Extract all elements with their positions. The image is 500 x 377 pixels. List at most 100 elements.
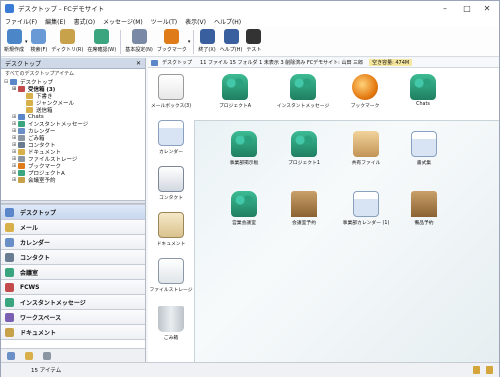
tree-item-label: 送信箱 — [36, 107, 53, 114]
toolbar-separator — [193, 30, 195, 54]
toolbar-button[interactable]: ディクトリ(R) — [51, 27, 83, 53]
desktop-item[interactable]: 営業会議室 — [215, 191, 273, 226]
settings-icon[interactable] — [43, 351, 51, 360]
desktop-item-label: コンタクト — [159, 196, 183, 201]
toolbar-button[interactable]: ブックマーク — [157, 27, 187, 53]
desktop-item[interactable]: メールボックス(3) — [150, 74, 192, 109]
tree-item[interactable]: ⊞ ファイルストレージ — [4, 155, 145, 163]
desktop-item[interactable]: 書式集 — [395, 131, 453, 166]
desktop-item[interactable]: プロジェクトA — [206, 74, 264, 109]
folder-icon[interactable] — [25, 351, 33, 360]
desktop-item[interactable]: Chats — [394, 74, 452, 107]
nav-button[interactable]: ドキュメント — [1, 325, 145, 340]
nav-button[interactable]: 会議室 — [1, 265, 145, 280]
menu-item[interactable]: メッセージ(M) — [103, 17, 143, 26]
toolbar-button-label: 基本設定(N) — [125, 47, 153, 53]
desktop-item[interactable]: カレンダー — [150, 120, 192, 155]
menu-item[interactable]: 表示(V) — [185, 17, 206, 26]
nav-button-label: カレンダー — [20, 239, 51, 247]
folder-icon — [18, 120, 25, 127]
desktop-item-label: 事業部カレンダー (1) — [342, 221, 390, 226]
new-icon — [6, 29, 22, 44]
desktop-item-label: 事業部掲示板 — [229, 161, 259, 166]
desktop-item[interactable]: 事業部掲示板 — [215, 131, 273, 166]
close-icon[interactable]: ✕ — [477, 1, 497, 15]
desktop-item-label: 書式集 — [416, 161, 432, 166]
lock-icon — [473, 366, 480, 374]
equipment-booking-icon — [411, 191, 437, 217]
menu-item[interactable]: ファイル(F) — [5, 17, 37, 26]
nav-button[interactable]: FCWS — [1, 280, 145, 295]
desktop-item[interactable]: ドキュメント — [150, 212, 192, 247]
nav-button-label: コンタクト — [20, 254, 51, 262]
folder-icon — [18, 176, 25, 183]
menu-item[interactable]: ヘルプ(H) — [214, 17, 241, 26]
tree-item-label: 会議室予約 — [28, 177, 56, 184]
toolbar-button[interactable]: テスト — [246, 27, 261, 53]
tree-item[interactable]: ⊞ プロジェクトA — [4, 169, 145, 177]
toolbar-button[interactable]: 基本設定(N) — [125, 27, 153, 53]
desktop-item-label: 営業会議室 — [232, 221, 256, 226]
menu-bar: ファイル(F) 編集(E) 書式(O) メッセージ(M) ツール(T) 表示(V) ヘルプ(… — [1, 15, 499, 27]
desktop-item[interactable]: 共有ファイル — [337, 131, 395, 166]
contact-icon — [5, 252, 14, 262]
desktop-icon — [5, 207, 14, 217]
dictionary-icon — [158, 212, 184, 238]
toolbar-button-label: ヘルプ(H) — [219, 47, 243, 53]
tree-item[interactable]: ⊞ カレンダー — [4, 127, 145, 135]
search-icon — [31, 29, 47, 44]
toolbar-button-label: 検索(F) — [30, 47, 48, 53]
desktop-canvas: 事業部掲示板 プロジェクト1 共有ファイル 書式集営業会議室 会議室予約 事業部カレンダー… — [194, 120, 499, 362]
menu-item[interactable]: ツール(T) — [151, 17, 177, 26]
nav-button[interactable]: ワークスペース — [1, 310, 145, 325]
nav-button-label: インスタントメッセージ — [20, 299, 86, 307]
nav-button[interactable]: インスタントメッセージ — [1, 295, 145, 310]
folder-tree: ⊟ デスクトップ ⊞ 受信箱 (3) 下書き ジャンクメール 送信箱 ⊞ Chats ⊞ インスタン… — [1, 78, 145, 200]
chevron-down-icon[interactable]: ▾ — [25, 39, 28, 45]
directory-icon — [59, 29, 75, 44]
nav-button-label: 会議室 — [20, 269, 39, 277]
config-icon[interactable] — [7, 351, 15, 360]
desktop-item[interactable]: 会議室予約 — [275, 191, 333, 226]
toolbar-button[interactable]: 検索(F) — [30, 27, 48, 53]
desktop-item[interactable]: ファイルストレージ — [149, 258, 193, 293]
toolbar-button[interactable]: 在席確認(W) — [87, 27, 116, 53]
chevron-down-icon[interactable]: ▾ — [188, 39, 191, 45]
desktop-item[interactable]: ごみ箱 — [150, 306, 192, 341]
close-pane-icon[interactable]: ✕ — [136, 60, 141, 67]
desktop-item[interactable]: インスタントメッセージ — [274, 74, 332, 109]
nav-button[interactable]: メール — [1, 220, 145, 235]
toolbar-button[interactable]: 新規作成 — [4, 27, 24, 53]
folder-icon — [18, 155, 25, 162]
desktop-item[interactable]: ブックマーク — [336, 74, 394, 109]
tree-item[interactable]: ⊞ ブックマーク — [4, 162, 145, 170]
desktop-item[interactable]: プロジェクト1 — [275, 131, 333, 166]
desktop-top-strip: プロジェクトA インスタントメッセージ ブックマーク Chats — [194, 68, 499, 120]
tree-item[interactable]: ⊞ ごみ箱 — [4, 134, 145, 142]
desktop-item[interactable]: 備品予約 — [395, 191, 453, 226]
menu-item[interactable]: 書式(O) — [74, 17, 95, 26]
toolbar-button[interactable]: ヘルプ(H) — [219, 27, 243, 53]
tree-item[interactable]: ⊞ コンタクト — [4, 141, 145, 149]
nav-button[interactable]: コンタクト — [1, 250, 145, 265]
tree-item[interactable]: ジャンクメール — [4, 99, 145, 107]
tree-item[interactable]: ⊞ 受信箱 (3) — [4, 85, 145, 93]
tree-item[interactable]: ⊞ 会議室予約 — [4, 176, 145, 184]
toolbar-button[interactable]: 終了(X) — [198, 27, 216, 53]
minimize-icon[interactable]: – — [435, 1, 455, 15]
tree-item[interactable]: ⊟ デスクトップ — [4, 78, 145, 86]
bookmark-globe-icon — [352, 74, 378, 100]
maximize-icon[interactable]: □ — [457, 1, 477, 15]
path-info: 11 ファイル 15 フォルダ 1 未表示 3 削除済み FCデモサイト: 山田… — [200, 60, 364, 66]
menu-item[interactable]: 編集(E) — [45, 17, 65, 26]
project-icon — [222, 74, 248, 100]
tree-item[interactable]: 送信箱 — [4, 106, 145, 114]
desktop-item[interactable]: 事業部カレンダー (1) — [337, 191, 395, 226]
app-icon — [5, 3, 14, 13]
nav-button[interactable]: カレンダー — [1, 235, 145, 250]
desktop-item[interactable]: コンタクト — [150, 166, 192, 201]
tree-item[interactable]: ⊞ インスタントメッセージ — [4, 120, 145, 128]
path-label: デスクトップ — [162, 60, 193, 66]
nav-button[interactable]: デスクトップ — [1, 205, 145, 220]
tree-item[interactable]: 下書き — [4, 92, 145, 100]
